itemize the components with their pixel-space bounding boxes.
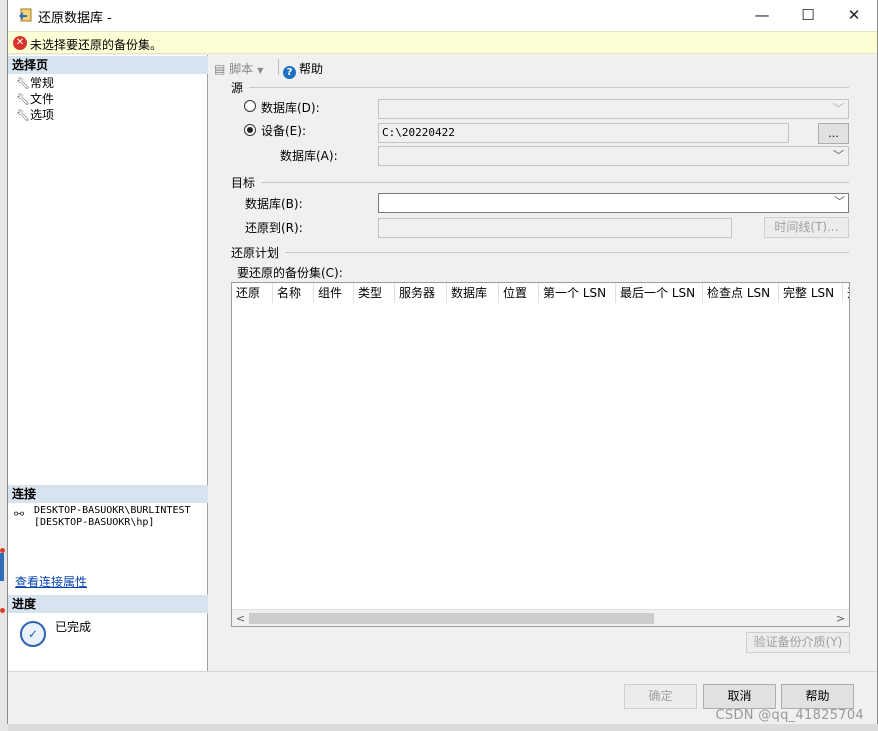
progress-heading: 进度 xyxy=(8,595,208,613)
title-bar[interactable]: 还原数据库 - — ☐ ✕ xyxy=(8,0,877,31)
script-label: 脚本 xyxy=(229,62,254,76)
minimize-button[interactable]: — xyxy=(739,0,785,31)
device-path-field[interactable]: C:\20220422 xyxy=(378,123,789,143)
chevron-down-icon: ﹀ xyxy=(833,102,844,115)
connection-icon: ⚯ xyxy=(14,507,25,521)
progress-status: 已完成 xyxy=(55,620,92,634)
column-header-database[interactable]: 数据库 xyxy=(447,283,499,303)
toolbar-separator xyxy=(278,59,279,75)
grid-header: 还原 名称 组件 类型 服务器 数据库 位置 第一个 LSN 最后一个 LSN … xyxy=(232,283,849,303)
wrench-icon: 🔧︎ xyxy=(16,77,30,90)
column-header-type[interactable]: 类型 xyxy=(354,283,395,303)
error-message-bar: ✕ 未选择要还原的备份集。 xyxy=(8,31,877,54)
watermark: CSDN @qq_41825704 xyxy=(715,708,864,723)
timeline-button[interactable]: 时间线(T)... xyxy=(764,217,849,238)
page-item-general[interactable]: 🔧︎常规 xyxy=(16,75,54,91)
device-database-label: 数据库(A): xyxy=(280,149,338,163)
chevron-down-icon: ﹀ xyxy=(834,195,845,208)
column-header-last-lsn[interactable]: 最后一个 LSN xyxy=(616,283,703,303)
window-title: 还原数据库 - xyxy=(38,11,112,26)
page-item-files[interactable]: 🔧︎文件 xyxy=(16,91,54,107)
target-database-select[interactable] xyxy=(378,193,849,213)
wrench-icon: 🔧︎ xyxy=(16,93,30,106)
connection-user: [DESKTOP-BASUOKR\hp] xyxy=(34,517,155,528)
source-database-select: ﹀ xyxy=(378,99,849,119)
restore-database-icon xyxy=(19,8,32,22)
database-source-radio[interactable] xyxy=(244,100,256,112)
error-icon: ✕ xyxy=(13,36,27,50)
column-header-restore[interactable]: 还原 xyxy=(232,283,273,303)
connection-heading: 连接 xyxy=(8,485,208,503)
browse-devices-button[interactable]: ... xyxy=(818,123,849,144)
cancel-button[interactable]: 取消 xyxy=(703,684,776,709)
horizontal-scrollbar[interactable]: < > xyxy=(232,609,849,626)
help-button[interactable]: 帮助 xyxy=(781,684,854,709)
scroll-left-icon[interactable]: < xyxy=(232,610,249,627)
device-database-select[interactable]: ﹀ xyxy=(378,146,849,166)
left-navigation-pane: 选择页 🔧︎常规 🔧︎文件 🔧︎选项 连接 ⚯ DESKTOP-BASUOKR\… xyxy=(8,55,208,671)
column-header-checkpoint-lsn[interactable]: 检查点 LSN xyxy=(703,283,779,303)
chevron-down-icon: ﹀ xyxy=(833,149,844,162)
desktop-notification-dot xyxy=(0,608,5,613)
checkmark-icon: ✓ xyxy=(20,621,46,647)
group-divider xyxy=(285,252,849,253)
group-divider xyxy=(261,182,849,183)
script-icon: ▤ xyxy=(214,62,226,76)
connection-info: DESKTOP-BASUOKR\BURLINTEST [DESKTOP-BASU… xyxy=(34,505,191,529)
group-divider xyxy=(249,87,849,88)
page-item-label: 文件 xyxy=(30,92,55,106)
target-database-dropdown[interactable]: ﹀ xyxy=(825,193,849,213)
help-icon: ? xyxy=(283,66,296,79)
script-button[interactable]: ▤ 脚本 ▼ xyxy=(214,60,263,77)
general-page-content: ▤ 脚本 ▼ ? 帮助 源 数据库(D): ﹀ 设备(E): C:\20220422… xyxy=(209,55,877,671)
source-heading: 源 xyxy=(231,81,244,95)
view-connection-properties-link[interactable]: 查看连接属性 xyxy=(15,573,87,590)
target-database-label: 数据库(B): xyxy=(245,197,303,211)
restore-to-field xyxy=(378,218,732,238)
restore-plan-heading: 还原计划 xyxy=(231,246,280,260)
wrench-icon: 🔧︎ xyxy=(16,109,30,122)
verify-backup-media-button[interactable]: 验证备份介质(Y) xyxy=(746,632,850,653)
page-item-label: 常规 xyxy=(30,76,55,90)
page-item-options[interactable]: 🔧︎选项 xyxy=(16,107,54,123)
error-message: 未选择要还原的备份集。 xyxy=(30,38,163,52)
column-header-name[interactable]: 名称 xyxy=(273,283,314,303)
connection-server: DESKTOP-BASUOKR\BURLINTEST xyxy=(34,505,191,516)
close-button[interactable]: ✕ xyxy=(831,0,877,31)
scrollbar-thumb[interactable] xyxy=(249,613,654,624)
desktop-taskbar-fragment xyxy=(0,553,4,581)
column-header-position[interactable]: 位置 xyxy=(499,283,539,303)
ok-button[interactable]: 确定 xyxy=(624,684,697,709)
page-item-label: 选项 xyxy=(30,108,55,122)
device-source-label: 设备(E): xyxy=(261,124,306,138)
restore-to-label: 还原到(R): xyxy=(245,221,303,235)
restore-database-dialog: 还原数据库 - — ☐ ✕ ✕ 未选择要还原的备份集。 选择页 🔧︎常规 🔧︎文… xyxy=(7,0,878,724)
scroll-right-icon[interactable]: > xyxy=(832,610,849,627)
database-source-label: 数据库(D): xyxy=(261,101,320,115)
column-header-component[interactable]: 组件 xyxy=(314,283,354,303)
device-source-radio[interactable] xyxy=(244,124,256,136)
backup-sets-label: 要还原的备份集(C): xyxy=(237,266,343,280)
column-header-server[interactable]: 服务器 xyxy=(395,283,447,303)
column-header-start[interactable]: 开 xyxy=(843,283,849,303)
help-label: 帮助 xyxy=(299,62,324,76)
column-header-first-lsn[interactable]: 第一个 LSN xyxy=(539,283,616,303)
target-heading: 目标 xyxy=(231,176,256,190)
toolbar: ▤ 脚本 ▼ ? 帮助 xyxy=(209,55,877,79)
help-toolbar-button[interactable]: ? 帮助 xyxy=(283,60,323,79)
maximize-button[interactable]: ☐ xyxy=(785,0,831,31)
chevron-down-icon: ▼ xyxy=(257,66,264,75)
backup-sets-grid[interactable]: 还原 名称 组件 类型 服务器 数据库 位置 第一个 LSN 最后一个 LSN … xyxy=(231,282,850,627)
column-header-full-lsn[interactable]: 完整 LSN xyxy=(779,283,843,303)
select-page-heading: 选择页 xyxy=(8,56,208,74)
